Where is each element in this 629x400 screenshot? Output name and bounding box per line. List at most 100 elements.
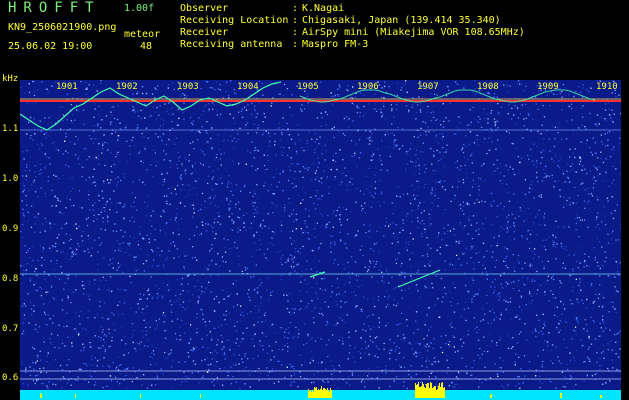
activity-peak [441,383,442,398]
version-label: 1.00f [124,3,155,14]
activity-peak [601,395,602,398]
info-key: Receiving Location [180,15,289,26]
activity-peak [322,390,323,398]
activity-peak [328,390,329,398]
station-info: Observer: K.Nagai Receiving Location: Chig… [180,3,525,51]
activity-peak [422,382,423,398]
info-key: Receiver [180,27,229,38]
activity-peak [600,395,601,398]
activity-peak [425,388,426,398]
activity-peak [440,387,441,398]
y-tick-label: 1.1 [2,124,19,134]
activity-peak [310,390,311,398]
activity-peak [436,390,437,398]
activity-peak [426,384,427,398]
y-tick-label: 0.8 [2,274,19,284]
activity-peak [415,383,416,398]
info-row-observer: Observer: K.Nagai [180,3,525,15]
activity-peak [327,388,328,398]
activity-peak [324,388,325,398]
activity-peak [140,394,141,398]
activity-peak [424,387,425,398]
spectrogram-canvas [20,80,621,400]
header-panel: HROFFT 1.00f KN9_2506021900.png meteor 2… [0,0,629,72]
activity-peak [561,393,562,398]
x-tick-label: 1907 [417,82,439,92]
y-tick-label: 0.6 [2,373,19,383]
y-tick-label: 1.0 [2,174,19,184]
activity-peak [329,392,330,398]
activity-peak [321,386,322,398]
activity-peak [560,393,561,398]
x-tick-label: 1909 [537,82,559,92]
activity-peak [429,388,430,398]
meteor-label: meteor [124,29,161,40]
activity-peak [432,388,433,398]
filename-label: KN9_2506021900.png [8,22,117,33]
activity-peak [315,388,316,398]
meteor-count: 48 [140,41,153,52]
x-tick-label: 1906 [357,82,379,92]
activity-peak [435,386,436,398]
activity-peak [427,383,428,398]
activity-peak [438,386,439,398]
activity-peak [314,387,315,398]
activity-peak [428,383,429,398]
timestamp-label: 25.06.02 19:00 [8,41,93,52]
y-tick-label: 0.7 [2,324,19,334]
activity-peak [423,384,424,398]
activity-peak [308,389,309,398]
activity-peak [444,387,445,398]
activity-peak [40,393,41,398]
info-colon: : [292,27,299,38]
info-colon: : [292,3,299,14]
activity-peak [330,388,331,398]
x-tick-label: 1905 [297,82,319,92]
activity-peak [326,390,327,398]
activity-peak [420,387,421,398]
activity-peak [323,388,324,398]
activity-peak [320,389,321,398]
activity-peak [331,390,332,398]
y-unit-label: kHz [2,74,19,84]
activity-peak [200,394,201,398]
activity-peak [431,383,432,398]
info-row-antenna: Receiving antenna: Maspro FM-3 [180,39,525,51]
x-tick-label: 1910 [596,82,618,92]
activity-peak [309,391,310,398]
info-row-receiver: Receiver: AirSpy mini (Miakejima VOR 108.… [180,27,525,39]
activity-peak [443,388,444,398]
activity-peak [418,382,419,398]
activity-peak [421,386,422,398]
spectrogram-plot [20,80,621,400]
activity-peak [416,385,417,398]
activity-peak [325,389,326,398]
activity-peak [417,384,418,398]
info-key: Receiving antenna [180,39,283,50]
activity-peak [439,383,440,398]
x-tick-label: 1908 [477,82,499,92]
activity-peak [419,387,420,398]
activity-peak [312,390,313,398]
activity-peak [316,387,317,398]
activity-peak [311,392,312,398]
y-tick-label: 0.9 [2,224,19,234]
info-value: Chigasaki, Japan (139.414 35.340) [302,15,501,26]
x-tick-label: 1903 [177,82,199,92]
x-tick-label: 1902 [116,82,138,92]
activity-peak [319,390,320,398]
info-colon: : [292,39,299,50]
x-tick-label: 1904 [237,82,259,92]
activity-peak [318,389,319,398]
x-tick-label: 1901 [56,82,78,92]
info-value: Maspro FM-3 [302,39,369,50]
info-colon: : [292,15,299,26]
app-title: HROFFT [8,0,101,16]
activity-peak [442,382,443,398]
activity-peak [430,382,431,398]
activity-peak [437,389,438,398]
activity-peak [434,386,435,398]
activity-peak [317,390,318,398]
activity-peak [433,387,434,398]
activity-peak [41,394,42,398]
